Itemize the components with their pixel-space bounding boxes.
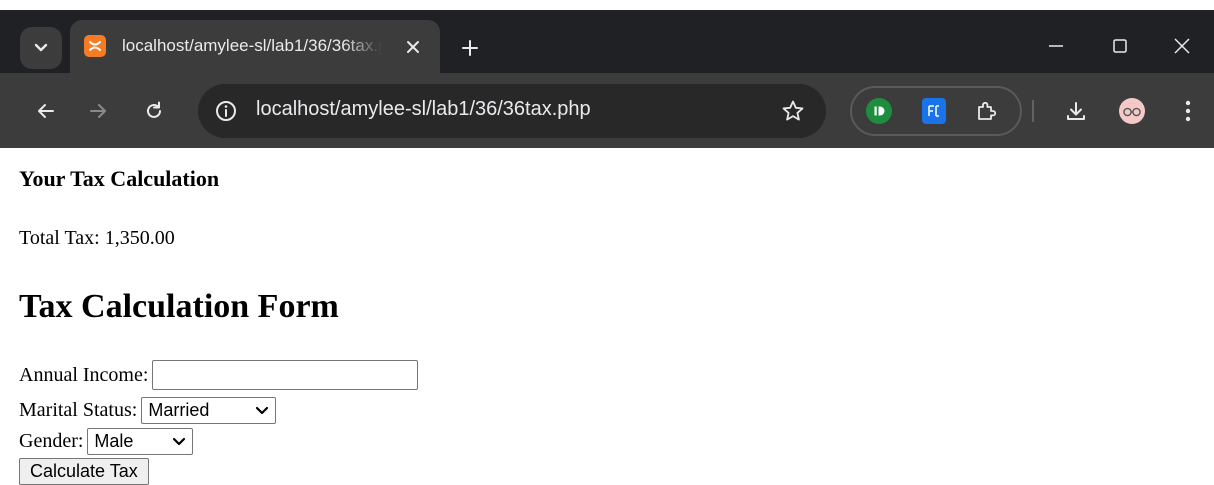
marital-status-label: Marital Status: [19, 399, 138, 421]
minimize-button[interactable] [1036, 28, 1076, 64]
marital-status-value: Married [148, 400, 210, 420]
profile-avatar-button[interactable] [1114, 93, 1150, 129]
address-url: localhost/amylee-sl/lab1/36/36tax.php [256, 98, 591, 120]
gender-row: Gender: Male [19, 428, 194, 455]
arrow-left-icon [38, 104, 54, 118]
extension-blue-icon[interactable] [922, 98, 946, 124]
chevron-down-icon [256, 406, 269, 414]
reload-button[interactable] [136, 93, 172, 129]
extensions-menu-button[interactable] [972, 96, 1002, 126]
download-icon [1067, 102, 1085, 120]
income-label: Annual Income: [19, 363, 149, 386]
tab-active[interactable]: localhost/amylee-sl/lab1/36/36tax.php [70, 20, 440, 73]
info-icon [216, 101, 236, 121]
gender-select[interactable]: Male [87, 428, 194, 455]
tab-close-button[interactable] [400, 34, 426, 60]
total-tax-text: Total Tax: 1,350.00 [19, 227, 175, 249]
puzzle-icon [978, 101, 997, 120]
extension-green-icon[interactable] [866, 98, 892, 124]
tab-search-button[interactable] [20, 27, 62, 69]
xampp-favicon-icon [84, 35, 106, 57]
marital-status-select[interactable]: Married [141, 397, 277, 424]
star-icon [782, 100, 804, 121]
close-icon [1174, 38, 1190, 54]
navigation-toolbar: localhost/amylee-sl/lab1/36/36tax.php [0, 73, 1214, 148]
extensions-group [850, 86, 1022, 136]
chevron-down-icon [173, 437, 186, 445]
downloads-button[interactable] [1058, 93, 1094, 129]
gender-label: Gender: [19, 430, 84, 452]
new-tab-button[interactable] [452, 30, 488, 66]
form-heading: Tax Calculation Form [19, 288, 339, 325]
browser-chrome: localhost/amylee-sl/lab1/36/36tax.php lo… [0, 0, 1214, 148]
reload-icon [147, 101, 161, 118]
arrow-right-icon [90, 104, 106, 118]
marital-row: Marital Status: Married [19, 397, 277, 424]
window-close-button[interactable] [1162, 28, 1202, 64]
screen-margin [0, 0, 1214, 10]
gender-value: Male [94, 431, 134, 451]
address-bar[interactable]: localhost/amylee-sl/lab1/36/36tax.php [198, 84, 826, 138]
site-info-button[interactable] [212, 97, 240, 125]
income-row: Annual Income: [19, 360, 419, 390]
tab-title: localhost/amylee-sl/lab1/36/36tax.php [122, 36, 382, 55]
plus-icon [462, 40, 478, 56]
toolbar-separator [1032, 100, 1034, 122]
annual-income-input[interactable] [152, 360, 419, 390]
chevron-down-icon [34, 43, 48, 52]
maximize-button[interactable] [1100, 28, 1140, 64]
close-icon [407, 41, 419, 53]
page-content: Your Tax Calculation Total Tax: 1,350.00… [0, 148, 1214, 485]
maximize-icon [1113, 39, 1127, 53]
forward-button[interactable] [80, 93, 116, 129]
result-heading: Your Tax Calculation [19, 166, 220, 191]
avatar [1119, 98, 1145, 124]
more-vertical-icon [1185, 100, 1191, 122]
calculate-tax-button[interactable]: Calculate Tax [19, 458, 149, 485]
back-button[interactable] [28, 93, 64, 129]
minimize-icon [1049, 45, 1063, 47]
chrome-menu-button[interactable] [1170, 93, 1206, 129]
tab-strip: localhost/amylee-sl/lab1/36/36tax.php [0, 10, 1214, 73]
bookmark-button[interactable] [778, 96, 808, 126]
